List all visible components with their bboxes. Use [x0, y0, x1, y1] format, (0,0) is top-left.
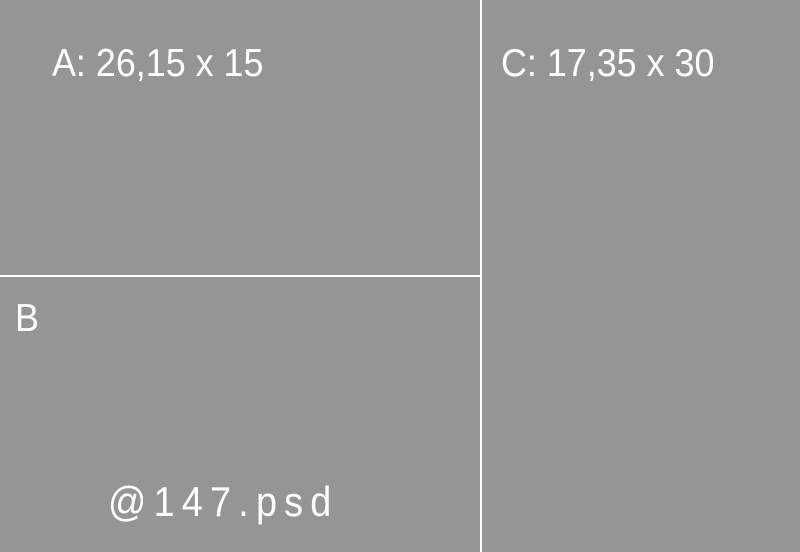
file-name-label: @147.psd	[108, 478, 339, 525]
panel-b-label: B	[15, 297, 39, 340]
panel-c-label: C: 17,35 x 30	[501, 42, 715, 85]
panel-a-label: A: 26,15 x 15	[52, 42, 264, 85]
horizontal-divider	[0, 275, 481, 277]
layout-canvas: A: 26,15 x 15 C: 17,35 x 30 B @147.psd	[0, 0, 800, 552]
